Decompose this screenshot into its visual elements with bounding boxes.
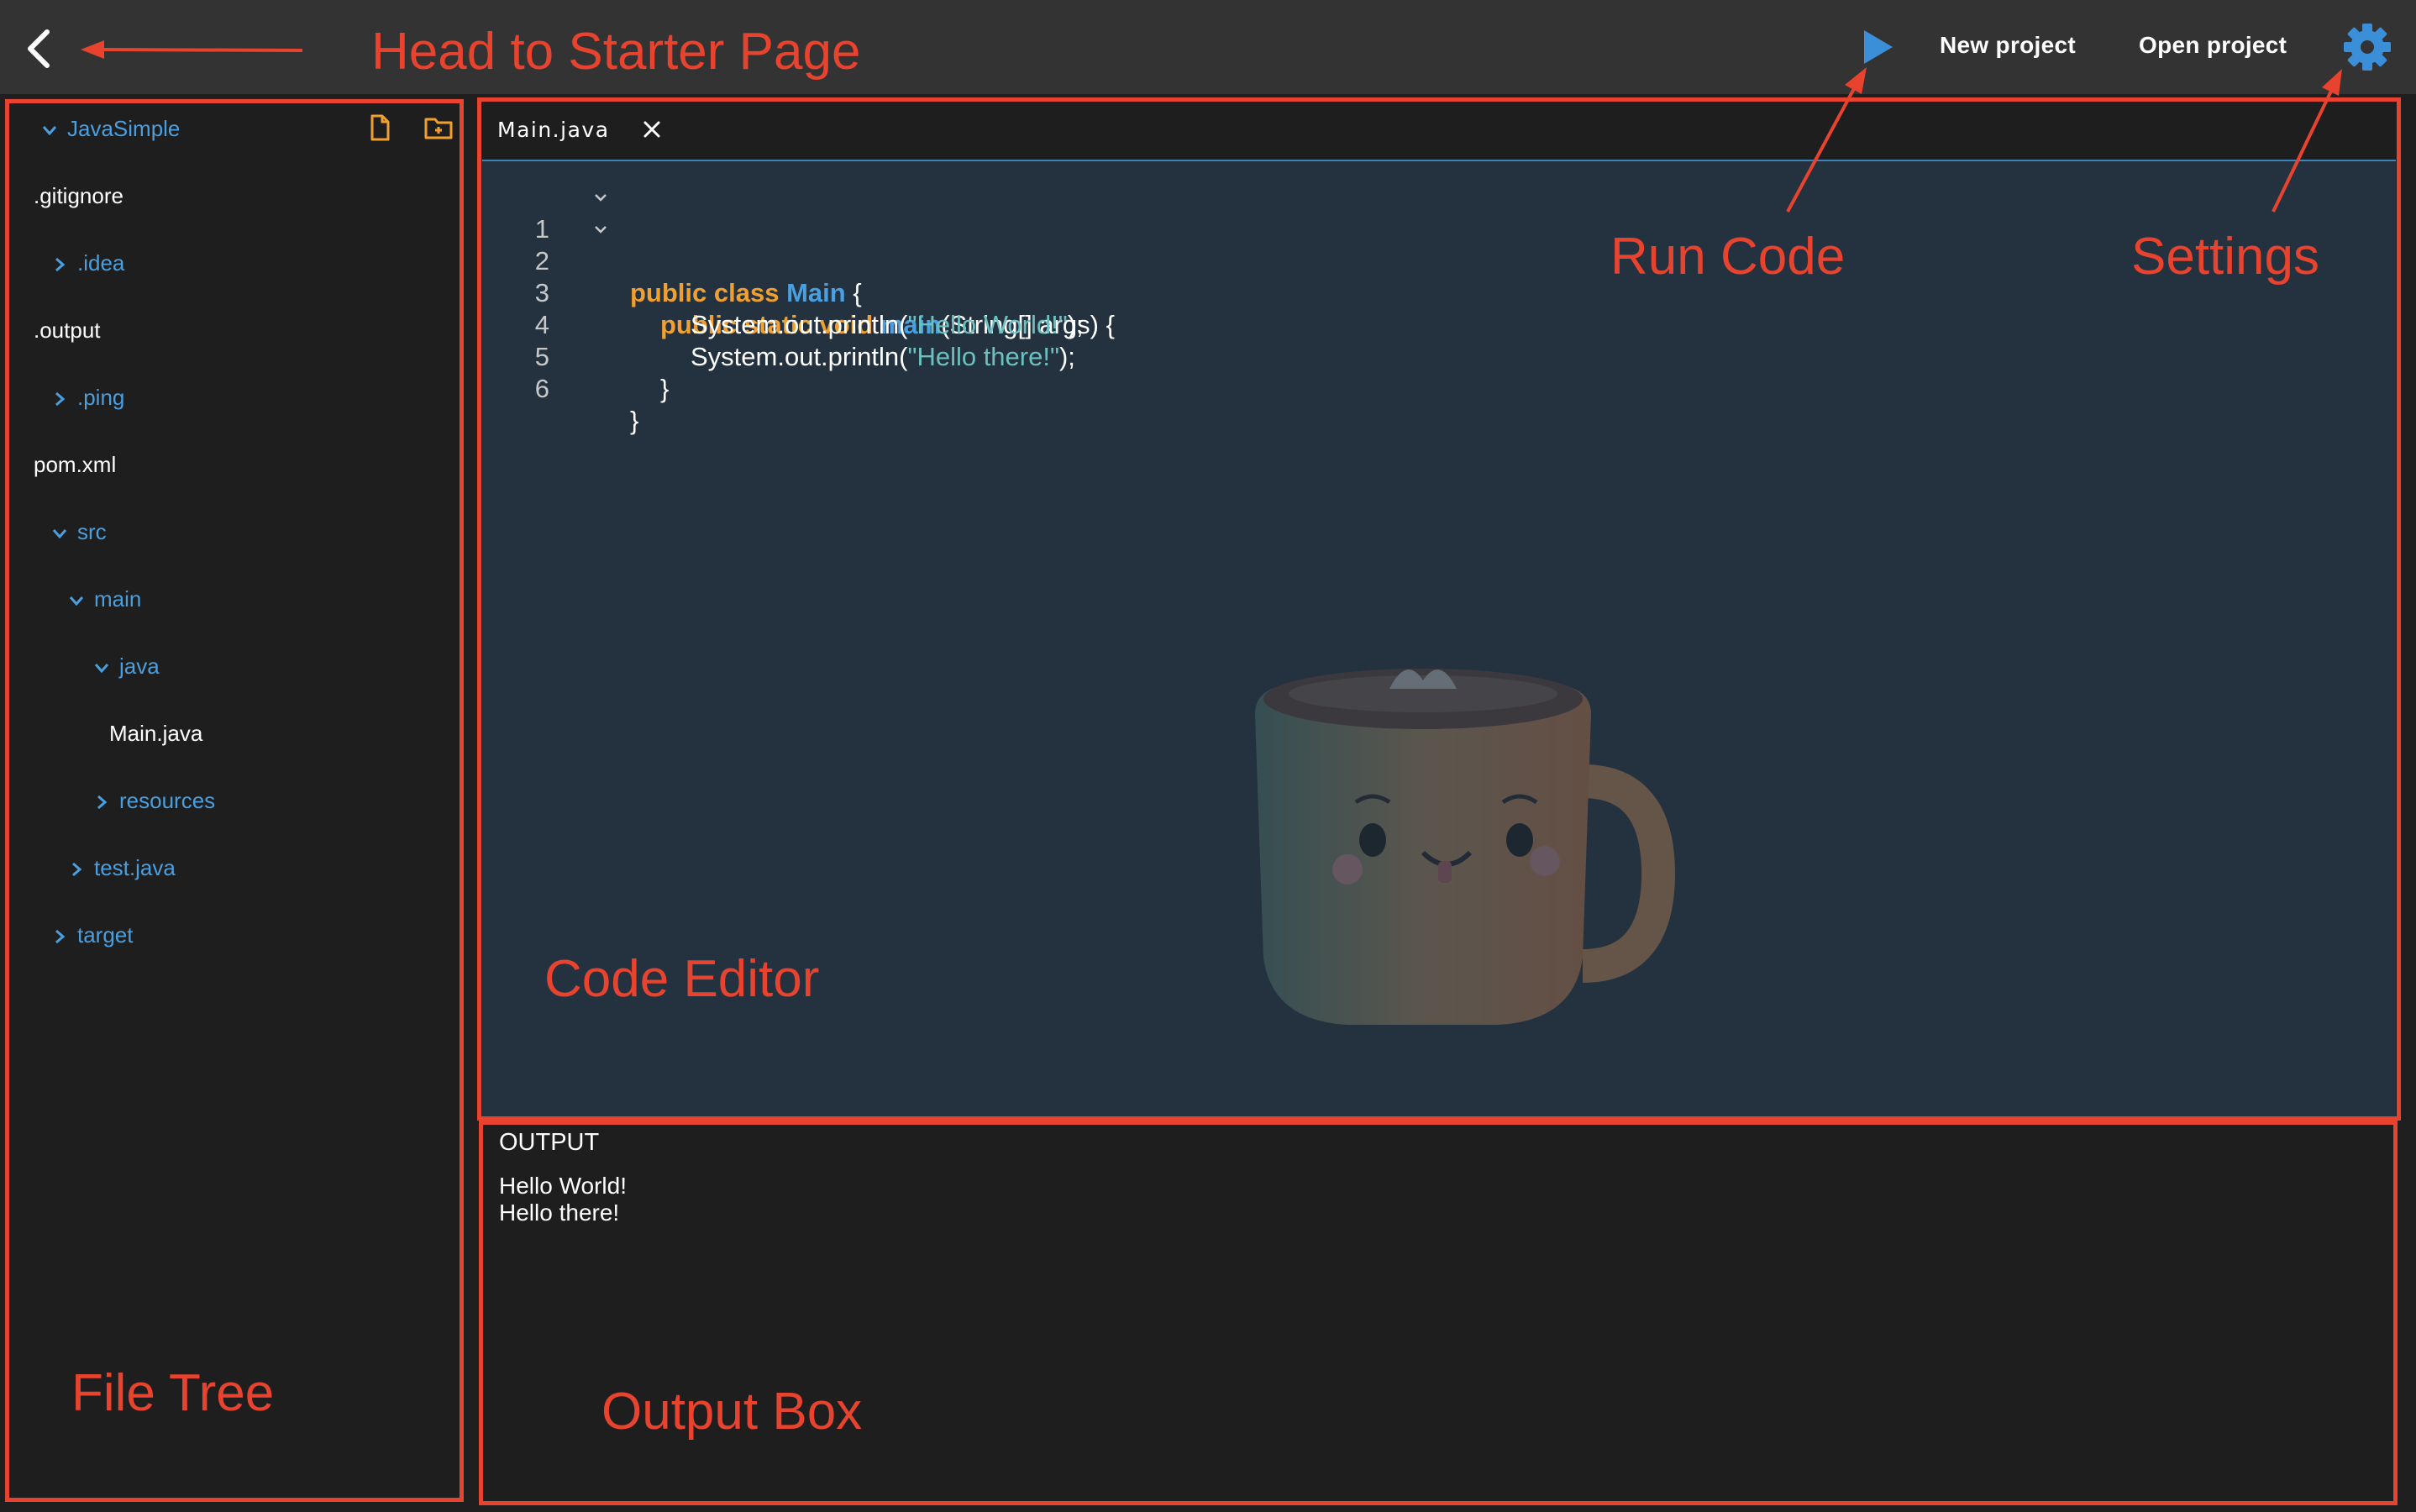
annotation-settings: Settings [2131,228,2320,286]
annotation-starter-page: Head to Starter Page [371,23,861,81]
run-code-button[interactable] [1859,27,1896,67]
top-bar: New project Open project [0,0,2416,94]
new-project-button[interactable]: New project [1940,32,2076,59]
annotation-file-tree: File Tree [71,1364,275,1422]
open-project-button[interactable]: Open project [2139,32,2287,59]
chevron-left-icon [28,29,50,68]
settings-button[interactable] [2342,22,2392,72]
output-highlight-box [479,1121,2398,1505]
gear-icon [2344,24,2391,71]
annotation-run-code: Run Code [1610,228,1846,286]
annotation-output-box: Output Box [601,1383,863,1441]
back-button[interactable] [18,25,60,72]
file-tree-highlight-box [5,99,464,1502]
annotation-code-editor: Code Editor [544,950,820,1008]
play-icon [1864,30,1893,64]
